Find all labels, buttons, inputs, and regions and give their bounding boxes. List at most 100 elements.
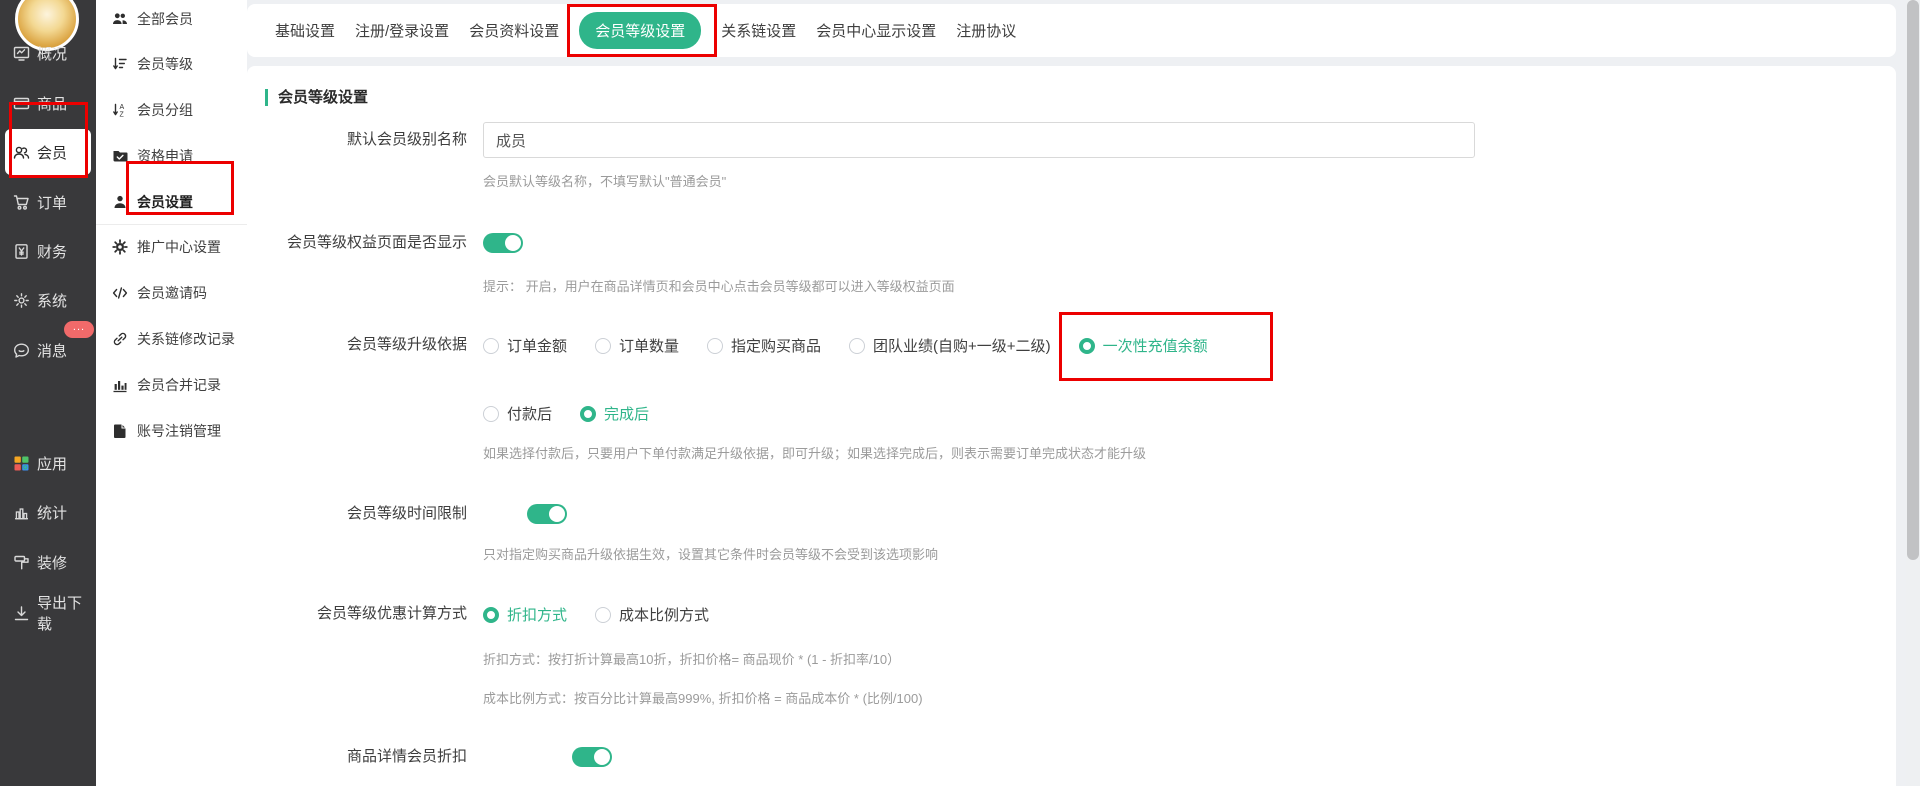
sidebar-item-label: 会员 [37, 142, 67, 163]
menu-item-label: 资格申请 [137, 146, 193, 166]
radio-order-count[interactable]: 订单数量 [595, 335, 679, 356]
sidebar-item-label: 消息 [37, 340, 67, 361]
messages-badge: ... [64, 321, 94, 338]
tab-register-login-settings[interactable]: 注册/登录设置 [355, 20, 449, 41]
radio-cost-ratio-mode[interactable]: 成本比例方式 [595, 604, 709, 625]
sidebar-item-label: 财务 [37, 241, 67, 262]
chain-link-icon [112, 331, 128, 347]
sidebar-item-label: 订单 [37, 192, 67, 213]
product-detail-discount-toggle[interactable] [572, 747, 612, 767]
menu-item-invite-code[interactable]: 会员邀请码 [96, 273, 247, 313]
menu-item-member-level[interactable]: 会员等级 [96, 44, 247, 84]
upgrade-timing-radio-group: 付款后 完成后 [483, 403, 649, 424]
menu-item-all-members[interactable]: 全部会员 [96, 0, 247, 39]
sidebar-item-decorate[interactable]: 装修 [0, 542, 96, 582]
sidebar-item-overview[interactable]: 概况 [0, 33, 96, 73]
member-group-icon: AZ [112, 102, 128, 118]
menu-item-account-cancel[interactable]: 账号注销管理 [96, 411, 247, 451]
radio-circle [1079, 338, 1095, 354]
radio-order-amount[interactable]: 订单金额 [483, 335, 567, 356]
primary-sidebar: 概况 商品 会员 订单 财务 系统 消息 ... 应用 统计 装修 导出下载 [0, 0, 96, 786]
code-icon [112, 285, 128, 301]
all-members-icon [112, 11, 128, 27]
sidebar-item-label: 导出下载 [37, 592, 96, 634]
messages-icon [13, 342, 30, 359]
product-detail-discount-label: 商品详情会员折扣 [247, 748, 467, 766]
sidebar-item-label: 商品 [37, 93, 67, 114]
menu-item-member-settings[interactable]: 会员设置 [96, 182, 247, 222]
products-icon [13, 95, 30, 112]
radio-after-payment[interactable]: 付款后 [483, 403, 552, 424]
menu-item-label: 会员邀请码 [137, 283, 207, 303]
sidebar-item-system[interactable]: 系统 [0, 280, 96, 320]
tab-member-profile-settings[interactable]: 会员资料设置 [469, 20, 559, 41]
sidebar-item-export[interactable]: 导出下载 [0, 593, 96, 633]
sidebar-item-orders[interactable]: 订单 [0, 182, 96, 222]
menu-item-merge-log[interactable]: 会员合并记录 [96, 365, 247, 405]
tab-member-center-display-settings[interactable]: 会员中心显示设置 [816, 20, 936, 41]
menu-item-label: 会员等级 [137, 54, 193, 74]
member-level-icon [112, 56, 128, 72]
radio-discount-mode[interactable]: 折扣方式 [483, 604, 567, 625]
discount-calc-label: 会员等级优惠计算方式 [247, 605, 467, 623]
tab-basic-settings[interactable]: 基础设置 [275, 20, 335, 41]
radio-circle [595, 338, 611, 354]
benefit-page-visible-helper: 提示： 开启，用户在商品详情页和会员中心点击会员等级都可以进入等级权益页面 [483, 276, 955, 295]
apps-icon [13, 455, 30, 472]
sidebar-item-label: 系统 [37, 290, 67, 311]
benefit-page-visible-label: 会员等级权益页面是否显示 [247, 234, 467, 252]
radio-circle [580, 406, 596, 422]
radio-after-completion[interactable]: 完成后 [580, 403, 649, 424]
benefit-page-visible-toggle[interactable] [483, 233, 523, 253]
sidebar-item-label: 装修 [37, 552, 67, 573]
radio-circle [483, 338, 499, 354]
qualification-icon [112, 148, 128, 164]
member-level-settings-panel: 会员等级设置 默认会员级别名称 会员默认等级名称，不填写默认"普通会员" 会员等… [247, 66, 1896, 786]
default-level-name-helper: 会员默认等级名称，不填写默认"普通会员" [483, 171, 726, 190]
radio-team-performance[interactable]: 团队业绩(自购+一级+二级) [849, 335, 1051, 356]
radio-one-time-recharge[interactable]: 一次性充值余额 [1079, 335, 1208, 356]
settings-tabbar: 基础设置 注册/登录设置 会员资料设置 会员等级设置 关系链设置 会员中心显示设… [247, 4, 1896, 57]
discount-mode-helper: 折扣方式：按打折计算最高10折，折扣价格= 商品现价 * (1 - 折扣率/10… [483, 649, 900, 668]
radio-circle [707, 338, 723, 354]
sidebar-item-label: 统计 [37, 502, 67, 523]
time-limit-toggle[interactable] [527, 504, 567, 524]
gear-icon [112, 239, 128, 255]
scrollbar-track [1906, 0, 1920, 786]
sidebar-item-members[interactable]: 会员 [5, 129, 91, 175]
bar-chart-icon [112, 377, 128, 393]
svg-text:A: A [120, 104, 125, 111]
default-level-name-input[interactable] [483, 122, 1475, 158]
cost-ratio-mode-helper: 成本比例方式：按百分比计算最高999%, 折扣价格 = 商品成本价 * (比例/… [483, 688, 923, 707]
menu-item-relation-log[interactable]: 关系链修改记录 [96, 319, 247, 359]
menu-item-label: 会员设置 [137, 192, 193, 212]
sidebar-item-products[interactable]: 商品 [0, 83, 96, 123]
tab-register-agreement[interactable]: 注册协议 [956, 20, 1016, 41]
scrollbar-thumb[interactable] [1907, 0, 1919, 560]
sidebar-item-label: 应用 [37, 453, 67, 474]
radio-circle [595, 607, 611, 623]
radio-circle [849, 338, 865, 354]
sidebar-item-apps[interactable]: 应用 [0, 443, 96, 483]
menu-item-label: 推广中心设置 [137, 237, 221, 257]
menu-divider [96, 224, 247, 225]
radio-specified-products[interactable]: 指定购买商品 [707, 335, 821, 356]
sidebar-item-stats[interactable]: 统计 [0, 492, 96, 532]
discount-calc-radio-group: 折扣方式 成本比例方式 [483, 604, 709, 625]
menu-item-label: 关系链修改记录 [137, 329, 235, 349]
menu-item-label: 会员分组 [137, 100, 193, 120]
tab-relation-chain-settings[interactable]: 关系链设置 [721, 20, 796, 41]
menu-item-label: 全部会员 [137, 9, 193, 29]
menu-item-member-group[interactable]: AZ 会员分组 [96, 90, 247, 130]
decorate-icon [13, 554, 30, 571]
members-icon [13, 144, 30, 161]
menu-item-label: 账号注销管理 [137, 421, 221, 441]
orders-icon [13, 194, 30, 211]
file-icon [112, 423, 128, 439]
member-settings-icon [112, 194, 128, 210]
sidebar-item-label: 概况 [37, 43, 67, 64]
menu-item-qualification[interactable]: 资格申请 [96, 136, 247, 176]
menu-item-promotion-center[interactable]: 推广中心设置 [96, 227, 247, 267]
tab-member-level-settings[interactable]: 会员等级设置 [579, 12, 701, 49]
sidebar-item-finance[interactable]: 财务 [0, 231, 96, 271]
